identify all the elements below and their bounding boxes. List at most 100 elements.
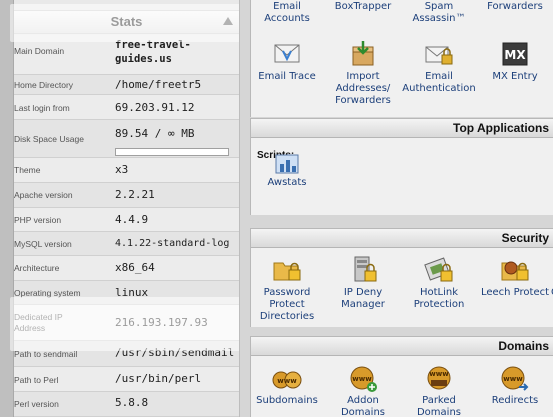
subdomains-icon: www [271,363,303,393]
stat-value: x3 [115,163,129,176]
password-protect-link[interactable]: Password Protect Directories [250,255,324,323]
icon-label: Subdomains [256,395,318,406]
stat-row-main-domain: Main Domain free-travel-guides.us [14,35,239,75]
security-section: Security Password Protect Directories IP… [250,228,553,327]
svg-text:www: www [429,370,449,378]
email-trace-link[interactable]: Email Trace [250,39,324,83]
import-icon [347,39,379,69]
stat-label: Main Domain [14,46,65,56]
stat-label: Dedicated IP Address [14,312,63,333]
boxtrapper-link[interactable]: BoxTrapper [326,0,400,13]
stats-header[interactable]: Stats [14,10,239,34]
icon-label: Spam Assassin™ [412,1,466,24]
stat-row-mysql-version: MySQL version 4.1.22-standard-log [14,232,239,256]
section-header[interactable]: Domains [251,337,553,356]
panel-edge [0,0,14,417]
icon-label: HotLink Protection [413,287,465,310]
stat-row-architecture: Architecture x86_64 [14,256,239,281]
stat-value: 2.2.21 [115,188,155,201]
subdomains-link[interactable]: www Subdomains [250,363,324,407]
stat-row-php-version: PHP version 4.4.9 [14,208,239,232]
icon-label: Forwarders [487,1,543,12]
addon-domains-icon: www [347,363,379,393]
email-authentication-link[interactable]: Email Authentication [402,39,476,95]
ip-deny-manager-link[interactable]: IP Deny Manager [326,255,400,311]
svg-text:www: www [503,375,523,383]
section-header[interactable]: Top Applications [251,119,553,138]
redirects-icon: www [499,363,531,393]
svg-text:MX: MX [504,48,526,62]
section-title: Top Applications [453,121,549,135]
icon-label: Email Trace [258,71,316,82]
stat-label: Last login from [14,103,70,113]
stat-value: linux [115,286,149,299]
stat-row-dedicated-ip: Dedicated IP Address 216.193.197.93 [14,305,239,341]
icon-label: Password Protect Directories [259,287,315,322]
mx-entry-link[interactable]: MX MX Entry [478,39,552,83]
stat-value: /usr/bin/perl [115,372,202,385]
stat-label: Path to Perl [14,375,59,385]
icon-label: Import Addresses/ Forwarders [335,71,391,106]
stat-label: Architecture [14,263,60,273]
password-folder-icon [271,255,303,285]
icon-label: Redirects [491,395,539,406]
stat-label: Disk Space Usage [14,134,84,144]
svg-text:www: www [277,377,297,385]
ip-deny-icon [347,255,379,285]
stat-label: Theme [14,165,41,175]
parked-domains-link[interactable]: www Parked Domains [402,363,476,417]
spamassassin-link[interactable]: Spam Assassin™ [402,0,476,25]
section-title: Domains [498,339,549,353]
import-addresses-link[interactable]: Import Addresses/ Forwarders [326,39,400,107]
stat-value: free-travel-guides.us [115,39,191,65]
stat-value: /home/freetr5 [115,78,202,91]
stat-row-operating-system: Operating system linux [14,281,239,305]
stat-label: Apache version [14,190,73,200]
mx-entry-icon: MX [499,39,531,69]
hotlink-protection-link[interactable]: HotLink Protection [402,255,476,311]
stat-value: 69.203.91.12 [115,101,195,114]
icon-label: Email Accounts [264,1,310,24]
section-header[interactable]: Security [251,229,553,248]
stat-row-theme: Theme x3 [14,158,239,183]
stat-row-sendmail-path: Path to sendmail /usr/sbin/sendmail [14,341,239,367]
stat-label: PHP version [14,215,62,225]
stat-value: 4.4.9 [115,213,149,226]
icon-label: Email Authentication [402,71,476,94]
disk-usage-bar [115,148,229,156]
stat-label: Operating system [14,288,81,298]
icon-label: BoxTrapper [334,1,392,12]
svg-text:www: www [352,375,372,383]
redirects-link[interactable]: www Redirects [478,363,552,407]
stats-panel: Stats Main Domain free-travel-guides.us … [0,0,240,417]
stat-value: x86_64 [115,261,155,274]
leech-icon [499,255,531,285]
stat-label: Perl version [14,399,59,409]
forwarders-link[interactable]: Forwarders [478,0,552,13]
stat-value: 89.54 / ∞ MB [115,127,195,140]
section-title: Security [501,231,549,245]
stat-row-apache-version: Apache version 2.2.21 [14,183,239,208]
awstats-link[interactable]: Awstats [250,153,324,189]
icon-label: IP Deny Manager [341,287,385,310]
stat-value: 4.1.22-standard-log [115,238,230,249]
parked-domains-icon: www [423,363,455,393]
icon-label: Awstats [267,177,307,188]
email-trace-icon [271,39,303,69]
top-applications-section: Top Applications Scripts: Awstats [250,118,553,215]
domains-section: Domains www Subdomains www Addon Domains… [250,336,553,417]
addon-domains-link[interactable]: www Addon Domains [326,363,400,417]
collapse-arrow-icon[interactable] [223,17,233,25]
main-content: Email Accounts BoxTrapper Spam Assassin™… [240,0,553,417]
stat-row-perl-version: Perl version 5.8.8 [14,392,239,417]
stat-value: 216.193.197.93 [115,316,208,329]
leech-protect-link[interactable]: Leech Protect [478,255,552,299]
stat-row-perl-path: Path to Perl /usr/bin/perl [14,367,239,392]
stat-label: MySQL version [14,239,72,249]
stat-label: Home Directory [14,80,74,90]
email-accounts-link[interactable]: Email Accounts [250,0,324,25]
stat-value: /usr/sbin/sendmail [115,346,235,359]
icon-label: MX Entry [492,71,538,82]
email-auth-icon [423,39,455,69]
stat-row-home-directory: Home Directory /home/freetr5 [14,75,239,95]
